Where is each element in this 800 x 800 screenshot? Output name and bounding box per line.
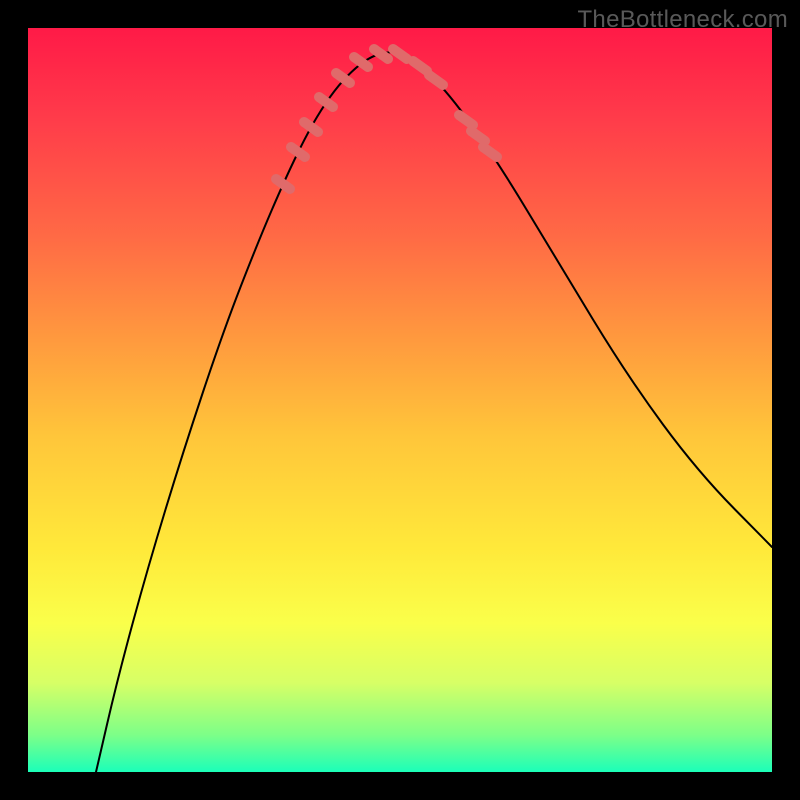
curve-marker (354, 57, 368, 67)
curve-marker (319, 97, 333, 107)
curve-marker (429, 75, 443, 85)
watermark-text: TheBottleneck.com (577, 6, 788, 34)
curve-marker (413, 61, 427, 71)
bottleneck-curve-plot (28, 28, 772, 772)
curve-marker (304, 122, 318, 132)
curve-marker (374, 49, 388, 59)
curve-marker (459, 115, 473, 125)
chart-area (28, 28, 772, 772)
curve-marker (393, 49, 407, 59)
bottleneck-curve (96, 52, 772, 772)
curve-markers (276, 49, 497, 189)
curve-marker (291, 147, 305, 157)
curve-marker (471, 131, 485, 141)
curve-marker (483, 147, 497, 157)
curve-marker (276, 179, 290, 189)
